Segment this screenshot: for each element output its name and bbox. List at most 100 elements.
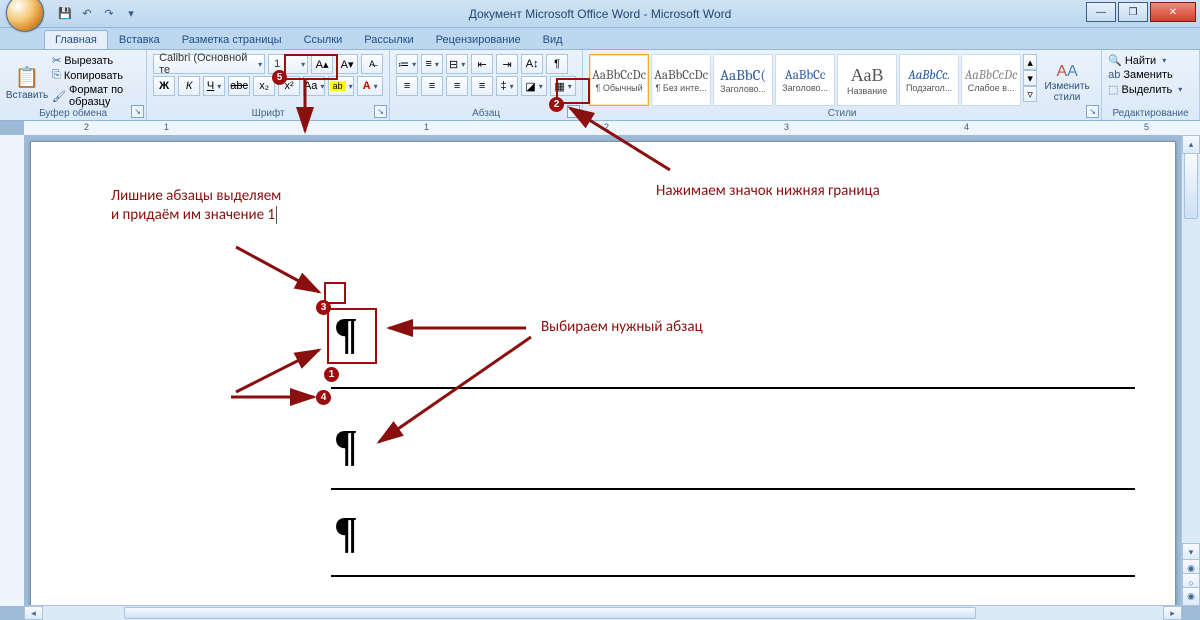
show-marks-button[interactable]: ¶ [546,54,568,74]
align-right-button[interactable]: ≡ [446,76,468,96]
tab-page-layout[interactable]: Разметка страницы [171,30,293,49]
justify-button[interactable]: ≡ [471,76,493,96]
marker-3: 3 [316,300,331,315]
styles-expand[interactable]: ▿ [1023,86,1037,102]
paste-button[interactable]: 📋 Вставить [6,54,48,110]
replace-button[interactable]: abЗаменить [1108,69,1193,81]
clear-format-button[interactable]: A̶ [361,54,383,74]
bucket-icon: ◪ [525,80,535,93]
tab-home[interactable]: Главная [44,30,108,49]
group-font: Calibri (Основной те▾ 1▾ A▴ A▾ A̶ Ж К Ч▾… [147,50,390,120]
ruler-label: 3 [784,122,789,132]
arrow [371,332,541,452]
style-heading1[interactable]: AaBbC(Заголово... [713,54,773,106]
multilevel-button[interactable]: ⊟▾ [446,54,468,74]
style-heading2[interactable]: AaBbCcЗаголово... [775,54,835,106]
vertical-scrollbar[interactable]: ▴ ▾ ◉ ○ ◉ [1181,135,1200,606]
horizontal-scrollbar[interactable]: ◂ ▸ [24,605,1182,620]
cursor-icon: ⬚ [1108,83,1118,96]
annotation-line: и придаём им значение 1 [111,206,275,224]
qat-dropdown-icon[interactable]: ▾ [122,5,140,23]
border-line [331,575,1135,577]
style-preview: AaBbC( [720,66,766,84]
style-preview: AaBbCc. [908,68,950,83]
clipboard-launcher[interactable]: ↘ [131,105,144,118]
change-styles-label: Изменить стили [1045,81,1090,103]
minimize-button[interactable]: — [1086,2,1116,22]
tab-mailings[interactable]: Рассылки [353,30,424,49]
undo-icon[interactable]: ↶ [78,5,96,23]
styles-launcher[interactable]: ↘ [1086,105,1099,118]
font-launcher[interactable]: ↘ [374,105,387,118]
find-label: Найти [1125,55,1156,67]
style-preview: AaBbCcDc [965,68,1018,83]
tab-insert[interactable]: Вставка [108,30,171,49]
tab-review[interactable]: Рецензирование [425,30,532,49]
line-spacing-button[interactable]: ‡▾ [496,76,518,96]
paste-label: Вставить [6,90,48,101]
quick-access-toolbar: 💾 ↶ ↷ ▾ [56,5,140,23]
format-painter-button[interactable]: 🖌Формат по образцу [52,84,140,108]
copy-label: Копировать [64,70,123,82]
arrow-from-font-size [290,76,320,141]
cut-label: Вырезать [64,55,113,67]
style-name: ¶ Без инте... [656,83,707,93]
styles-scroll-up[interactable]: ▴ [1023,54,1037,70]
arrow [226,387,326,407]
scroll-left-button[interactable]: ◂ [24,606,43,620]
page[interactable]: Лишние абзацы выделяем и придаём им знач… [30,141,1176,606]
increase-indent-button[interactable]: ⇥ [496,54,518,74]
style-preview: АаВ [851,65,884,86]
save-icon[interactable]: 💾 [56,5,74,23]
tab-view[interactable]: Вид [532,30,574,49]
shading-button[interactable]: ◪▾ [521,76,547,96]
redo-icon[interactable]: ↷ [100,5,118,23]
style-name: Подзагол... [906,83,952,93]
copy-icon: ⎘ [52,69,61,82]
marker-2: 2 [549,97,564,112]
style-subtitle[interactable]: AaBbCc.Подзагол... [899,54,959,106]
align-left-button[interactable]: ≡ [396,76,418,96]
tab-references[interactable]: Ссылки [293,30,354,49]
font-name-combo[interactable]: Calibri (Основной те▾ [153,54,265,74]
align-center-button[interactable]: ≡ [421,76,443,96]
style-preview: AaBbCc [785,68,825,83]
ribbon-tabs: Главная Вставка Разметка страницы Ссылки… [0,28,1200,50]
style-normal[interactable]: AaBbCcDc¶ Обычный [589,54,649,106]
scroll-up-button[interactable]: ▴ [1182,135,1200,154]
style-name: Заголово... [720,84,766,94]
pilcrow-mark: ¶ [334,420,358,471]
font-color-button[interactable]: A▾ [357,76,383,96]
copy-button[interactable]: ⎘Копировать [52,69,140,82]
vertical-ruler[interactable] [0,135,25,606]
cut-button[interactable]: ✂Вырезать [52,54,140,67]
style-subtle[interactable]: AaBbCcDcСлабое в... [961,54,1021,106]
style-no-spacing[interactable]: AaBbCcDc¶ Без инте... [651,54,711,106]
office-button[interactable] [6,0,44,32]
find-button[interactable]: 🔍Найти▾ [1108,54,1193,67]
close-button[interactable]: ✕ [1150,2,1196,22]
next-page-button[interactable]: ◉ [1182,587,1200,606]
styles-scroll-down[interactable]: ▾ [1023,70,1037,86]
border-line [331,488,1135,490]
sort-button[interactable]: A↕ [521,54,543,74]
italic-button[interactable]: К [178,76,200,96]
select-label: Выделить [1122,84,1173,96]
scroll-thumb-v[interactable] [1184,153,1198,219]
bullets-button[interactable]: ≔▾ [396,54,418,74]
marker-5: 5 [272,70,287,85]
scroll-thumb-h[interactable] [124,607,976,619]
maximize-button[interactable]: ❐ [1118,2,1148,22]
scroll-right-button[interactable]: ▸ [1163,606,1182,620]
change-styles-button[interactable]: AA Изменить стили [1039,54,1095,110]
select-button[interactable]: ⬚Выделить▾ [1108,83,1193,96]
style-title[interactable]: АаВНазвание [837,54,897,106]
decrease-indent-button[interactable]: ⇤ [471,54,493,74]
numbering-button[interactable]: ≡▾ [421,54,443,74]
shrink-font-button[interactable]: A▾ [336,54,358,74]
window-controls: — ❐ ✕ [1084,2,1196,22]
underline-button[interactable]: Ч▾ [203,76,225,96]
strike-button[interactable]: abc [228,76,250,96]
bold-button[interactable]: Ж [153,76,175,96]
font-size-value: 1 [274,58,280,70]
